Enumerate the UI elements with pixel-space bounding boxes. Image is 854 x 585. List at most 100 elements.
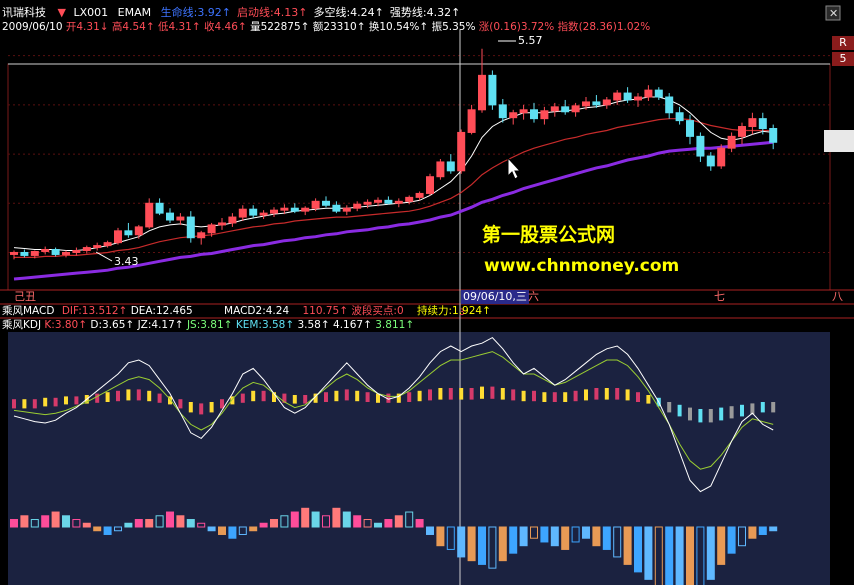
kdj-band-53: [563, 392, 568, 402]
macd-bar-24: [259, 522, 268, 528]
k-value: 3.80: [54, 319, 79, 331]
kdj-band-42: [448, 388, 453, 400]
macd-bar-55: [582, 526, 590, 539]
candle-body-70: [738, 126, 746, 137]
macd-bar-25: [270, 519, 278, 528]
open-value: 4.31: [76, 21, 100, 33]
kdj-band-40: [428, 389, 432, 401]
kdj-band-60: [636, 392, 640, 402]
js-arrow: ↑: [223, 319, 233, 331]
extra-arrow: ↑: [339, 305, 349, 317]
kdj-band-11: [126, 389, 131, 401]
quote-line: 2009/06/10 开4.31↓ 高4.54↑ 低4.31↑ 收4.46↑ 量…: [2, 21, 651, 33]
candle-body-54: [571, 105, 580, 113]
kdj-band-18: [199, 403, 204, 415]
macd-bar-47: [498, 526, 507, 562]
candle-body-29: [311, 200, 320, 209]
candle-body-65: [686, 120, 694, 137]
indicator-code[interactable]: LX001: [73, 6, 108, 19]
turnover-label: 换: [368, 21, 380, 33]
candle-body-11: [124, 230, 133, 236]
candle-body-1: [20, 251, 29, 256]
kdj-name[interactable]: 乘风KDJ: [2, 319, 41, 331]
candle-body-64: [675, 112, 684, 122]
candle-body-44: [467, 109, 476, 133]
date-axis-left: 己丑: [14, 290, 36, 303]
candle-body-51: [540, 110, 549, 120]
index-value: (28.36): [578, 21, 617, 33]
kdj-band-10: [116, 390, 120, 402]
high-value: 4.54: [122, 21, 146, 33]
k-arrow: ↑: [78, 319, 88, 331]
candle-body-12: [134, 226, 143, 236]
amount-value: 23310: [323, 21, 357, 33]
macd-bar-49: [519, 526, 528, 547]
dropdown-icon[interactable]: ▼: [58, 6, 66, 19]
candle-body-38: [405, 196, 414, 202]
js-value: 3.81: [200, 319, 224, 331]
candle-body-58: [613, 92, 622, 101]
macd-bar-63: [665, 526, 674, 585]
kdj-band-47: [500, 388, 505, 400]
candle-body-66: [696, 135, 705, 157]
kdj-band-48: [511, 389, 516, 401]
close-label: 收: [204, 21, 215, 33]
candle-body-69: [727, 135, 736, 149]
macd-name[interactable]: 乘风MACD: [2, 305, 54, 317]
candle-body-3: [41, 249, 50, 252]
low-annotation: 3.43: [114, 255, 139, 268]
candle-body-9: [103, 242, 112, 247]
candle-body-23: [249, 208, 258, 216]
kdj-band-24: [261, 390, 266, 402]
candle-body-34: [363, 201, 372, 205]
kdj-band-68: [719, 407, 724, 421]
v2-arrow: ↑: [363, 319, 372, 331]
js-label: JS:: [186, 319, 201, 331]
macd-bar-56: [592, 526, 601, 547]
low-label: 低: [157, 21, 169, 33]
v1-arrow: ↑: [320, 319, 330, 331]
macd-bar-23: [249, 526, 258, 532]
candle-body-13: [145, 202, 154, 228]
kdj-band-1: [22, 399, 27, 409]
kdj-band-8: [95, 393, 100, 403]
buy-value: 0: [396, 305, 404, 317]
macd-bar-69: [727, 526, 736, 554]
close-icon: ✕: [829, 7, 838, 20]
kdj-band-22: [240, 393, 245, 403]
kdj-band-57: [604, 388, 609, 400]
candle-body-26: [280, 207, 289, 211]
date-axis-right2: 八: [832, 290, 843, 303]
macd-bar-32: [342, 511, 351, 528]
macd-bar-41: [436, 526, 445, 547]
amplitude-value: 5.35%: [442, 21, 476, 33]
macd-bar-43: [457, 526, 466, 558]
low-value: 4.31: [168, 21, 192, 33]
volume-value: 522875: [260, 21, 301, 33]
jz-arrow: ↑: [174, 319, 184, 331]
macd-bar-17: [186, 519, 195, 528]
high-label: 高: [111, 21, 123, 33]
candle-body-10: [114, 230, 122, 244]
candle-body-52: [550, 106, 559, 112]
kdj-band-17: [188, 402, 193, 413]
kdj-band-31: [334, 390, 339, 402]
d-label: D:: [90, 319, 103, 331]
dif-value: 13.512: [81, 305, 119, 317]
v3-value: 3.811: [375, 319, 406, 331]
macd-bar-19: [207, 526, 216, 532]
dea-value: 12.465: [155, 305, 193, 317]
macd-bar-64: [675, 526, 684, 585]
macd-header: 乘风MACD DIF:13.512↑ DEA:12.465 MACD2:4.24…: [2, 304, 491, 318]
v1-value: 3.58: [297, 319, 321, 331]
watermark-url: www.chnmoney.com: [484, 256, 680, 276]
candle-body-4: [51, 249, 60, 255]
kdj-band-27: [292, 395, 297, 404]
side-tab[interactable]: [824, 130, 854, 152]
kdj-band-13: [147, 390, 152, 402]
jz-label: JZ:: [137, 319, 152, 331]
kdj-band-65: [688, 407, 692, 421]
macd-bar-16: [176, 515, 185, 528]
candle-body-37: [394, 200, 403, 204]
kdj-band-33: [355, 390, 360, 402]
